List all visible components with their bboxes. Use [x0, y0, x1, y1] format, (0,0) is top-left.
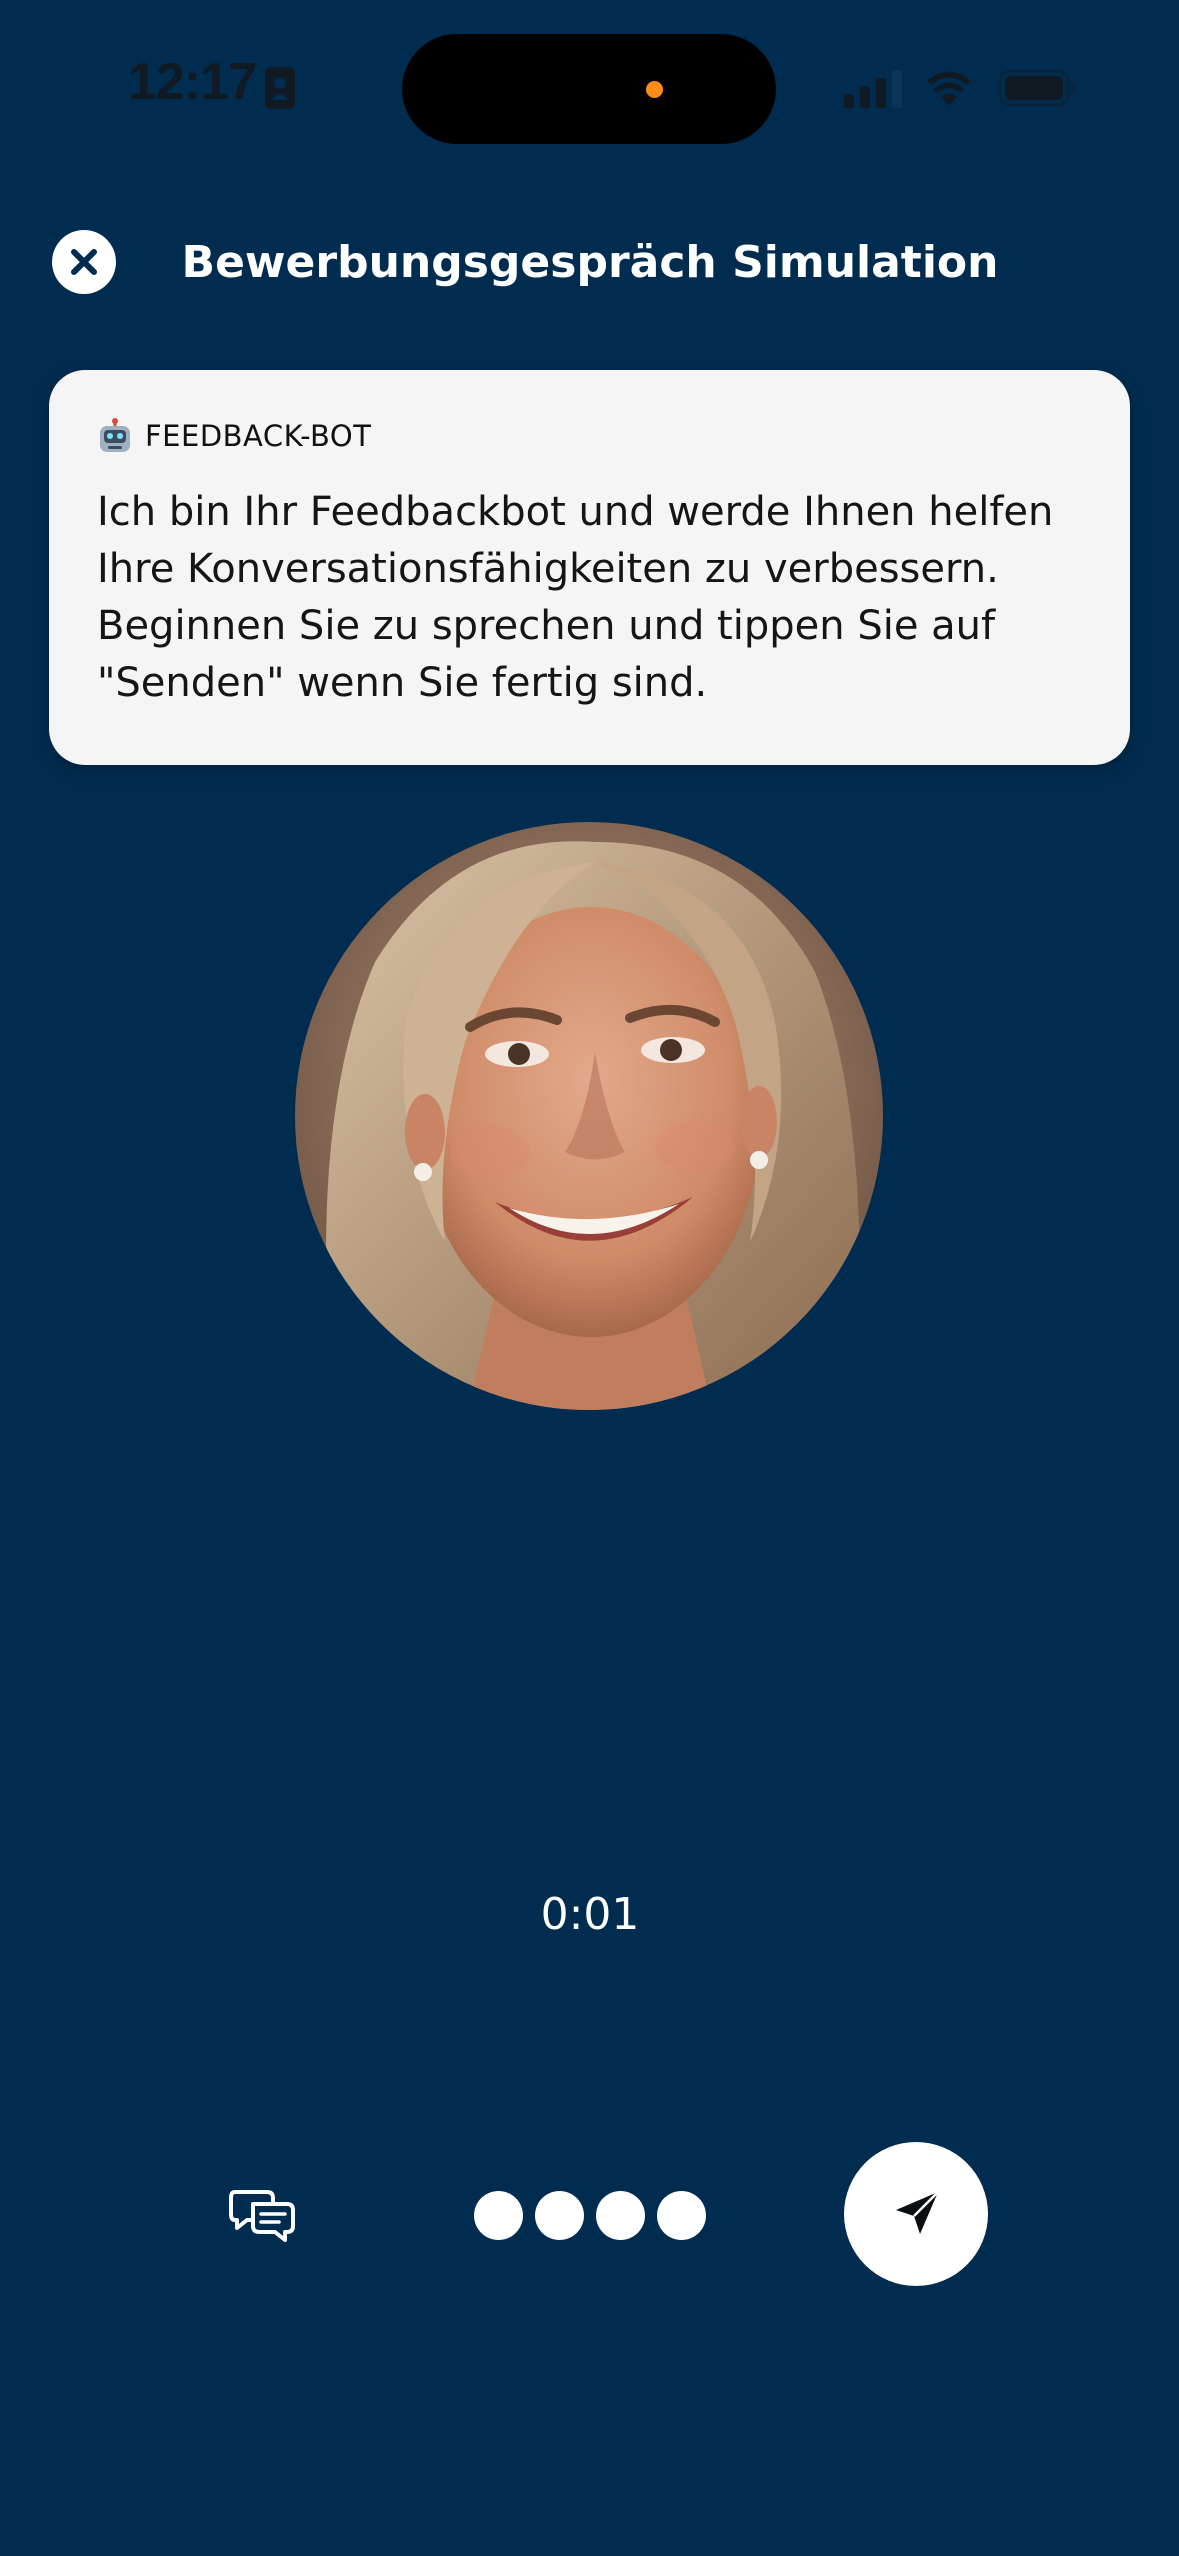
- dynamic-island: [402, 34, 776, 144]
- audio-dot: [474, 2190, 523, 2240]
- status-time: 12:17: [128, 53, 257, 111]
- interviewer-avatar: [295, 822, 883, 1410]
- chat-bubbles-icon: [229, 2190, 295, 2242]
- close-icon: [71, 249, 97, 275]
- recording-indicator: [646, 81, 663, 98]
- feedback-header: FEEDBACK-BOT: [97, 416, 1082, 456]
- call-timer: 0:01: [540, 1889, 640, 1940]
- chat-transcript-button[interactable]: [222, 2180, 302, 2250]
- wifi-icon: [927, 71, 971, 106]
- audio-dot: [657, 2190, 706, 2240]
- cellular-signal-icon: [844, 70, 902, 108]
- send-icon: [896, 2191, 939, 2234]
- robot-icon: [100, 418, 130, 452]
- close-button[interactable]: [52, 230, 116, 294]
- audio-dot: [535, 2190, 584, 2240]
- id-card-icon: [265, 67, 295, 109]
- page-title: Bewerbungsgespräch Simulation: [181, 237, 999, 288]
- audio-dot: [596, 2190, 645, 2240]
- battery-icon: [998, 69, 1076, 107]
- audio-level-indicator: [474, 2190, 706, 2240]
- interviewer-photo: [295, 822, 883, 1410]
- feedback-message: Ich bin Ihr Feedbackbot und werde Ihnen …: [97, 489, 1054, 706]
- send-button[interactable]: [844, 2142, 988, 2286]
- feedback-card: FEEDBACK-BOT Ich bin Ihr Feedbackbot und…: [49, 370, 1130, 765]
- status-bar: 12:17: [0, 0, 1179, 180]
- feedback-label: FEEDBACK-BOT: [145, 419, 372, 453]
